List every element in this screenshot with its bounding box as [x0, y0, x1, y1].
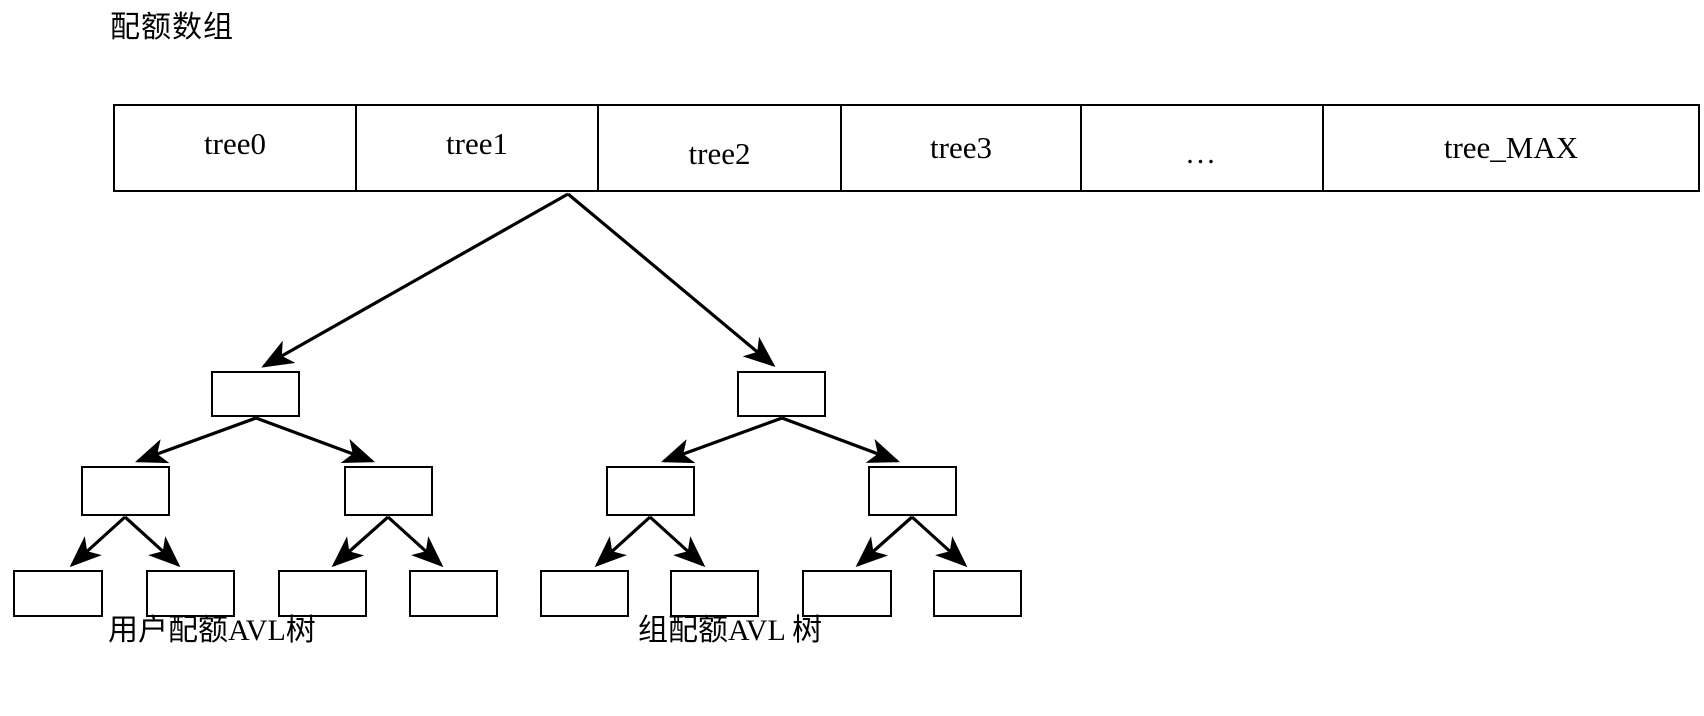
arrow-tree1-to-user-tree: [261, 192, 569, 368]
arrow-group-l2right-to-leaf4: [910, 515, 968, 568]
group-tree-root-node[interactable]: [737, 371, 826, 417]
group-tree-level2-node-right[interactable]: [868, 466, 957, 516]
array-cell-label: tree_MAX: [1443, 130, 1579, 165]
array-cell-tree-max[interactable]: tree_MAX: [1324, 106, 1698, 190]
array-cell-ellipsis[interactable]: ...: [1082, 106, 1324, 190]
arrow-user-root-to-right: [255, 416, 376, 463]
array-cell-tree2[interactable]: tree2: [599, 106, 842, 190]
arrow-tree1-to-group-tree: [566, 192, 776, 368]
arrow-user-l2left-to-leaf2: [123, 515, 181, 568]
group-tree-leaf-node-3[interactable]: [802, 570, 892, 617]
group-tree-leaf-node-2[interactable]: [670, 570, 759, 617]
diagram-canvas: 配额数组 tree0 tree1 tree2 tree3 ... tree_MA…: [0, 0, 1704, 716]
array-cell-label: ...: [1186, 137, 1218, 170]
array-cell-tree0[interactable]: tree0: [115, 106, 357, 190]
user-tree-leaf-node-1[interactable]: [13, 570, 103, 617]
array-cell-tree3[interactable]: tree3: [842, 106, 1082, 190]
arrow-group-root-to-left: [660, 416, 783, 464]
arrow-group-l2left-to-leaf1: [594, 515, 652, 568]
group-tree-level2-node-left[interactable]: [606, 466, 695, 516]
user-tree-leaf-node-3[interactable]: [278, 570, 367, 617]
quota-array-table: tree0 tree1 tree2 tree3 ... tree_MAX: [113, 104, 1700, 192]
arrow-group-l2left-to-leaf2: [648, 515, 706, 568]
arrow-user-l2left-to-leaf1: [69, 515, 127, 568]
user-tree-root-node[interactable]: [211, 371, 300, 417]
user-tree-caption: 用户配额AVL树: [108, 614, 316, 647]
group-tree-leaf-node-4[interactable]: [933, 570, 1022, 617]
group-tree-caption: 组配额AVL 树: [638, 614, 823, 647]
user-tree-level2-node-left[interactable]: [81, 466, 170, 516]
user-tree-leaf-node-4[interactable]: [409, 570, 498, 617]
array-cell-label: tree1: [446, 126, 508, 161]
arrow-user-root-to-left: [134, 416, 257, 464]
arrow-user-l2right-to-leaf3: [331, 515, 390, 568]
user-tree-leaf-node-2[interactable]: [146, 570, 235, 617]
array-cell-label: tree3: [930, 130, 992, 165]
arrow-group-root-to-right: [781, 416, 900, 463]
array-cell-label: tree0: [204, 126, 266, 161]
group-tree-leaf-node-1[interactable]: [540, 570, 629, 617]
user-tree-level2-node-right[interactable]: [344, 466, 433, 516]
arrow-group-l2right-to-leaf3: [855, 515, 914, 568]
array-cell-label: tree2: [688, 136, 751, 171]
diagram-title: 配额数组: [110, 11, 234, 44]
arrow-user-l2right-to-leaf4: [386, 515, 444, 568]
array-cell-tree1[interactable]: tree1: [357, 106, 599, 190]
